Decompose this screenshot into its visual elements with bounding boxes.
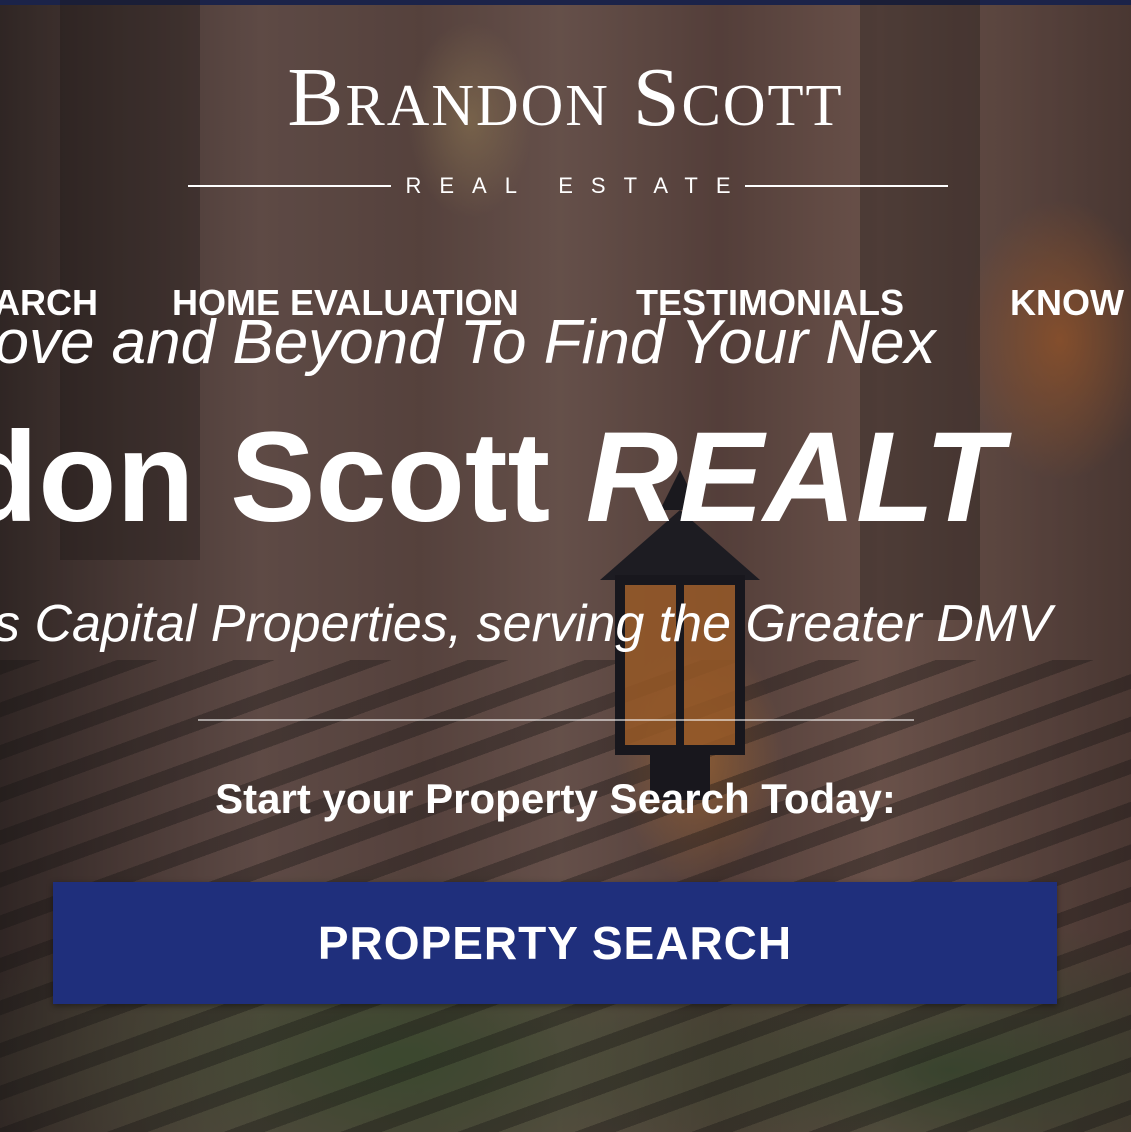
brand-subtitle-text: REAL ESTATE xyxy=(405,173,749,198)
property-search-button[interactable]: PROPERTY SEARCH xyxy=(53,882,1057,1004)
hero-divider xyxy=(198,719,914,721)
hero-headline: don Scott REALT xyxy=(0,414,1003,542)
hero-tagline: bove and Beyond To Find Your Nex xyxy=(0,308,936,377)
brand-logo-name[interactable]: Brandon Scott xyxy=(0,56,1131,140)
brand-logo-subtitle: REAL ESTATE xyxy=(188,172,949,200)
headline-plain: don Scott xyxy=(0,406,586,549)
logo-rule-right xyxy=(744,185,949,187)
cta-prompt: Start your Property Search Today: xyxy=(215,775,896,822)
headline-italic: REALT xyxy=(585,406,1003,549)
logo-rule-left xyxy=(188,185,392,187)
hero-subline: s Capital Properties, serving the Greate… xyxy=(0,595,1052,653)
